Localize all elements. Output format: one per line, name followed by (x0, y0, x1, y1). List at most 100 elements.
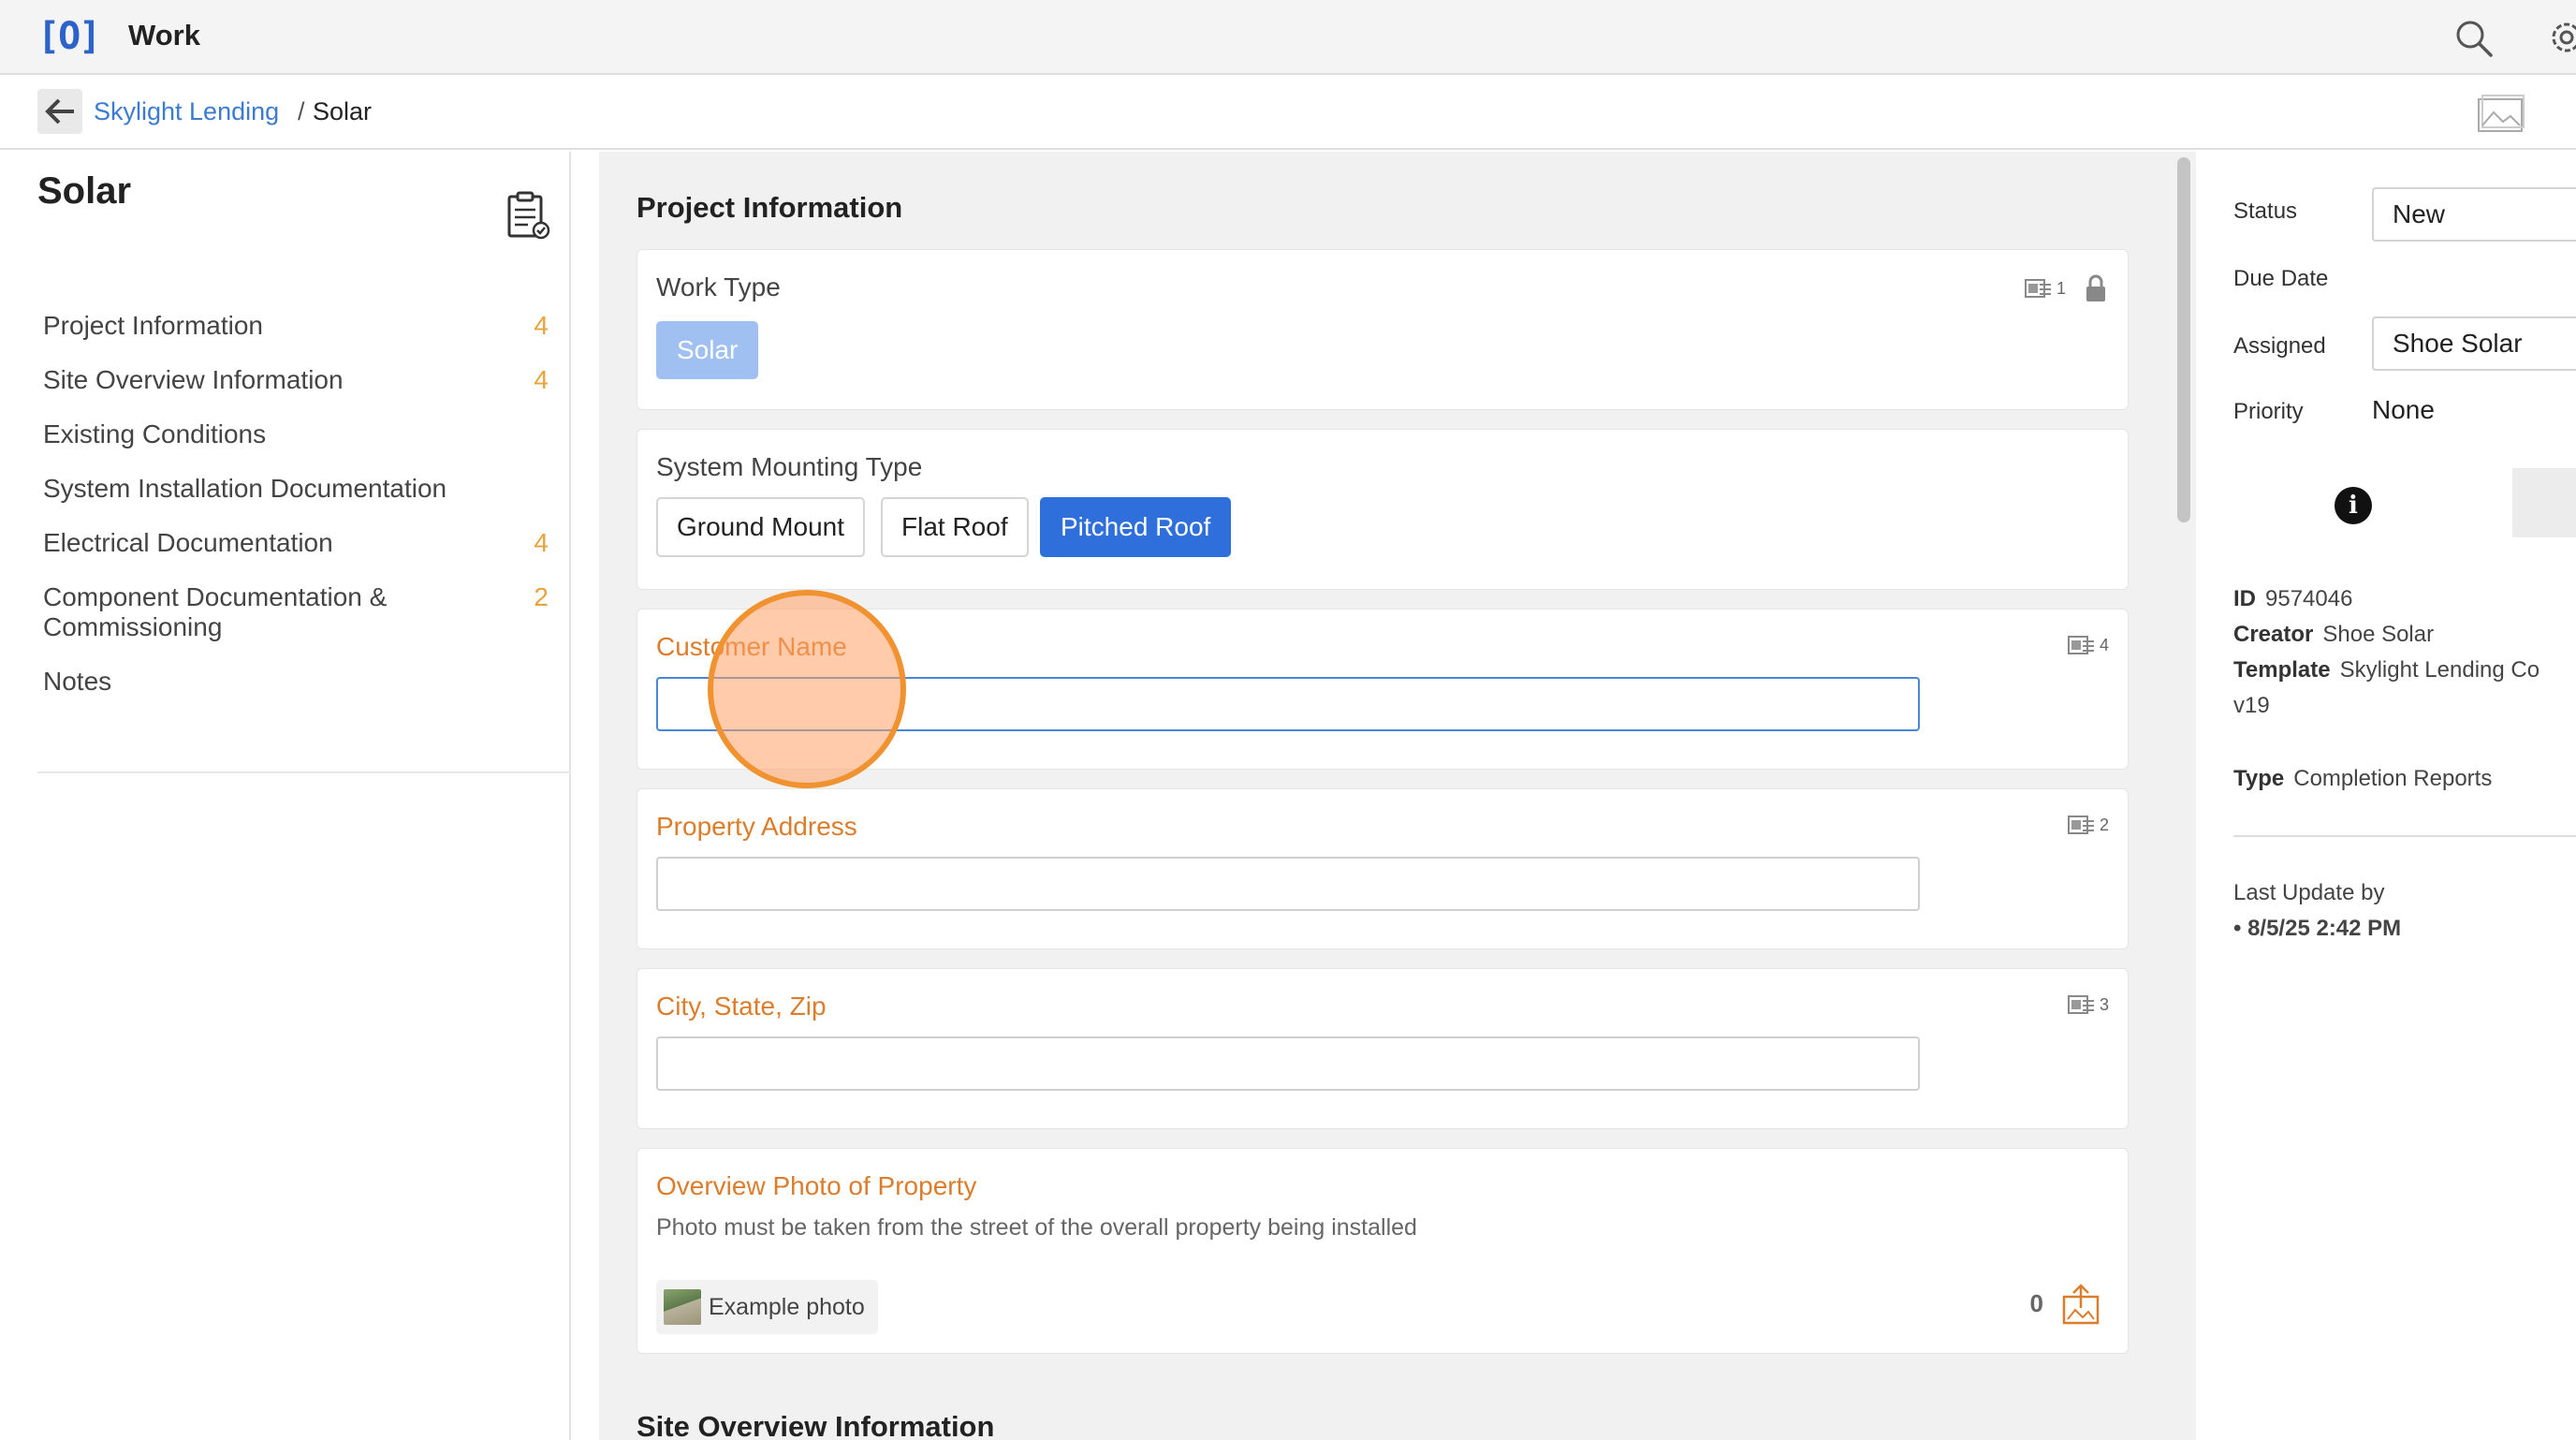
id-value: 9574046 (2265, 586, 2353, 611)
details-tabs: i (2196, 468, 2576, 537)
property-address-card: Property Address 2 (637, 788, 2129, 949)
due-date-label: Due Date (2233, 266, 2329, 291)
type-value: Completion Reports (2293, 766, 2493, 791)
gear-icon[interactable] (2546, 17, 2576, 58)
sidebar-item-count: 4 (534, 365, 549, 394)
tab-secondary[interactable] (2512, 468, 2576, 537)
city-state-zip-meta-count: 3 (2099, 994, 2109, 1014)
type-label: Type (2233, 766, 2285, 791)
tab-info[interactable]: i (2196, 468, 2512, 537)
work-type-meta: 1 (2024, 274, 2109, 302)
record-id: ID 9574046 (2233, 586, 2352, 612)
sidebar-item-count: 4 (534, 311, 549, 340)
property-address-meta: 2 (2067, 814, 2109, 836)
overview-photo-label: Overview Photo of Property (656, 1171, 977, 1200)
work-type-label: Work Type (656, 272, 781, 301)
sidebar-item-project-information[interactable]: Project Information 4 (43, 311, 549, 341)
document-count-icon (2067, 636, 2094, 654)
search-icon[interactable] (2454, 19, 2494, 58)
sidebar-title: Solar (37, 170, 132, 212)
click-highlight (708, 590, 906, 788)
work-type-chip: Solar (656, 321, 759, 379)
template-label: Template (2233, 657, 2331, 683)
option-ground-mount[interactable]: Ground Mount (656, 497, 865, 557)
breadcrumb-current: Solar (313, 97, 373, 125)
record-template: Template Skylight Lending Co (2233, 657, 2539, 683)
section-sidebar: Solar Project Information 4 Site Overvie… (0, 152, 571, 1440)
photo-count: 0 (2029, 1289, 2043, 1317)
document-count-icon (2067, 995, 2094, 1014)
template-version: v19 (2233, 693, 2270, 718)
sidebar-item-system-installation[interactable]: System Installation Documentation (43, 474, 549, 504)
sidebar-item-label: Existing Conditions (43, 419, 267, 448)
sidebar-item-label: Notes (43, 667, 112, 696)
overview-photo-description: Photo must be taken from the street of t… (656, 1214, 1417, 1241)
mounting-type-label: System Mounting Type (656, 452, 923, 481)
example-photo-thumbnail (664, 1289, 701, 1325)
record-type: Type Completion Reports (2233, 766, 2492, 792)
work-type-meta-count: 1 (2056, 278, 2066, 298)
section-title-site-overview: Site Overview Information (637, 1410, 995, 1440)
customer-name-meta-count: 4 (2099, 635, 2109, 654)
priority-label: Priority (2233, 399, 2304, 424)
sidebar-list: Project Information 4 Site Overview Info… (43, 311, 549, 721)
example-photo-label: Example photo (709, 1293, 865, 1320)
assigned-select[interactable]: Shoe Solar (2372, 316, 2576, 371)
work-type-card: Work Type 1 Solar (637, 249, 2129, 410)
breadcrumb-bar: Skylight Lending / Solar (0, 77, 2576, 150)
property-address-meta-count: 2 (2099, 815, 2109, 834)
id-label: ID (2233, 586, 2256, 611)
sidebar-item-label: Electrical Documentation (43, 528, 333, 557)
lock-icon (2086, 274, 2105, 301)
last-update-label: Last Update by (2233, 880, 2385, 905)
last-update-value: • 8/5/25 2:42 PM (2233, 916, 2402, 941)
option-flat-roof[interactable]: Flat Roof (881, 497, 1029, 557)
sidebar-divider (37, 771, 571, 773)
sidebar-item-notes[interactable]: Notes (43, 667, 549, 697)
sidebar-item-electrical[interactable]: Electrical Documentation 4 (43, 528, 549, 558)
info-icon: i (2334, 487, 2372, 524)
sidebar-item-component-documentation[interactable]: Component Documentation & Commissioning … (43, 582, 549, 642)
details-divider (2233, 835, 2576, 837)
sidebar-item-label: Component Documentation & Commissioning (43, 582, 388, 641)
city-state-zip-label: City, State, Zip (656, 992, 827, 1021)
scrollbar-thumb[interactable] (2177, 157, 2190, 522)
sidebar-item-existing-conditions[interactable]: Existing Conditions (43, 419, 549, 449)
property-address-input[interactable] (656, 857, 1920, 911)
app-logo[interactable]: [O] (37, 15, 101, 58)
breadcrumb-separator: / (298, 97, 305, 125)
arrow-left-icon (45, 98, 74, 125)
city-state-zip-card: City, State, Zip 3 (637, 968, 2129, 1129)
clipboard-check-icon[interactable] (505, 191, 550, 240)
back-button[interactable] (37, 89, 82, 134)
sidebar-item-site-overview[interactable]: Site Overview Information 4 (43, 365, 549, 395)
city-state-zip-input[interactable] (656, 1036, 1920, 1091)
status-select[interactable]: New (2372, 187, 2576, 242)
record-creator: Creator Shoe Solar (2233, 622, 2434, 648)
overview-photo-card: Overview Photo of Property Photo must be… (637, 1148, 2129, 1354)
property-address-label: Property Address (656, 812, 857, 841)
top-bar: [O] Work (0, 0, 2576, 75)
assigned-label: Assigned (2233, 333, 2326, 359)
customer-name-meta: 4 (2067, 634, 2109, 656)
document-count-icon (2067, 816, 2094, 834)
option-pitched-roof[interactable]: Pitched Roof (1040, 497, 1232, 557)
section-title-project-information: Project Information (637, 191, 903, 224)
upload-photo-icon[interactable] (2060, 1282, 2101, 1325)
sidebar-item-label: Project Information (43, 311, 263, 340)
creator-label: Creator (2233, 622, 2314, 647)
image-icon[interactable] (2477, 94, 2525, 135)
main-scrollbar[interactable] (2170, 152, 2196, 1440)
sidebar-item-count: 2 (534, 582, 549, 611)
document-count-icon (2024, 279, 2051, 298)
app-title: Work (128, 19, 200, 51)
priority-value[interactable]: None (2372, 395, 2435, 425)
sidebar-item-label: System Installation Documentation (43, 474, 447, 503)
breadcrumb-parent-link[interactable]: Skylight Lending (94, 97, 279, 126)
sidebar-item-count: 4 (534, 528, 549, 557)
template-value: Skylight Lending Co (2339, 657, 2540, 683)
sidebar-item-label: Site Overview Information (43, 365, 344, 394)
details-panel: Status New Due Date Assigned Shoe Solar … (2196, 152, 2576, 1440)
mounting-type-card: System Mounting Type Ground Mount Flat R… (637, 429, 2129, 590)
example-photo-button[interactable]: Example photo (656, 1280, 878, 1334)
